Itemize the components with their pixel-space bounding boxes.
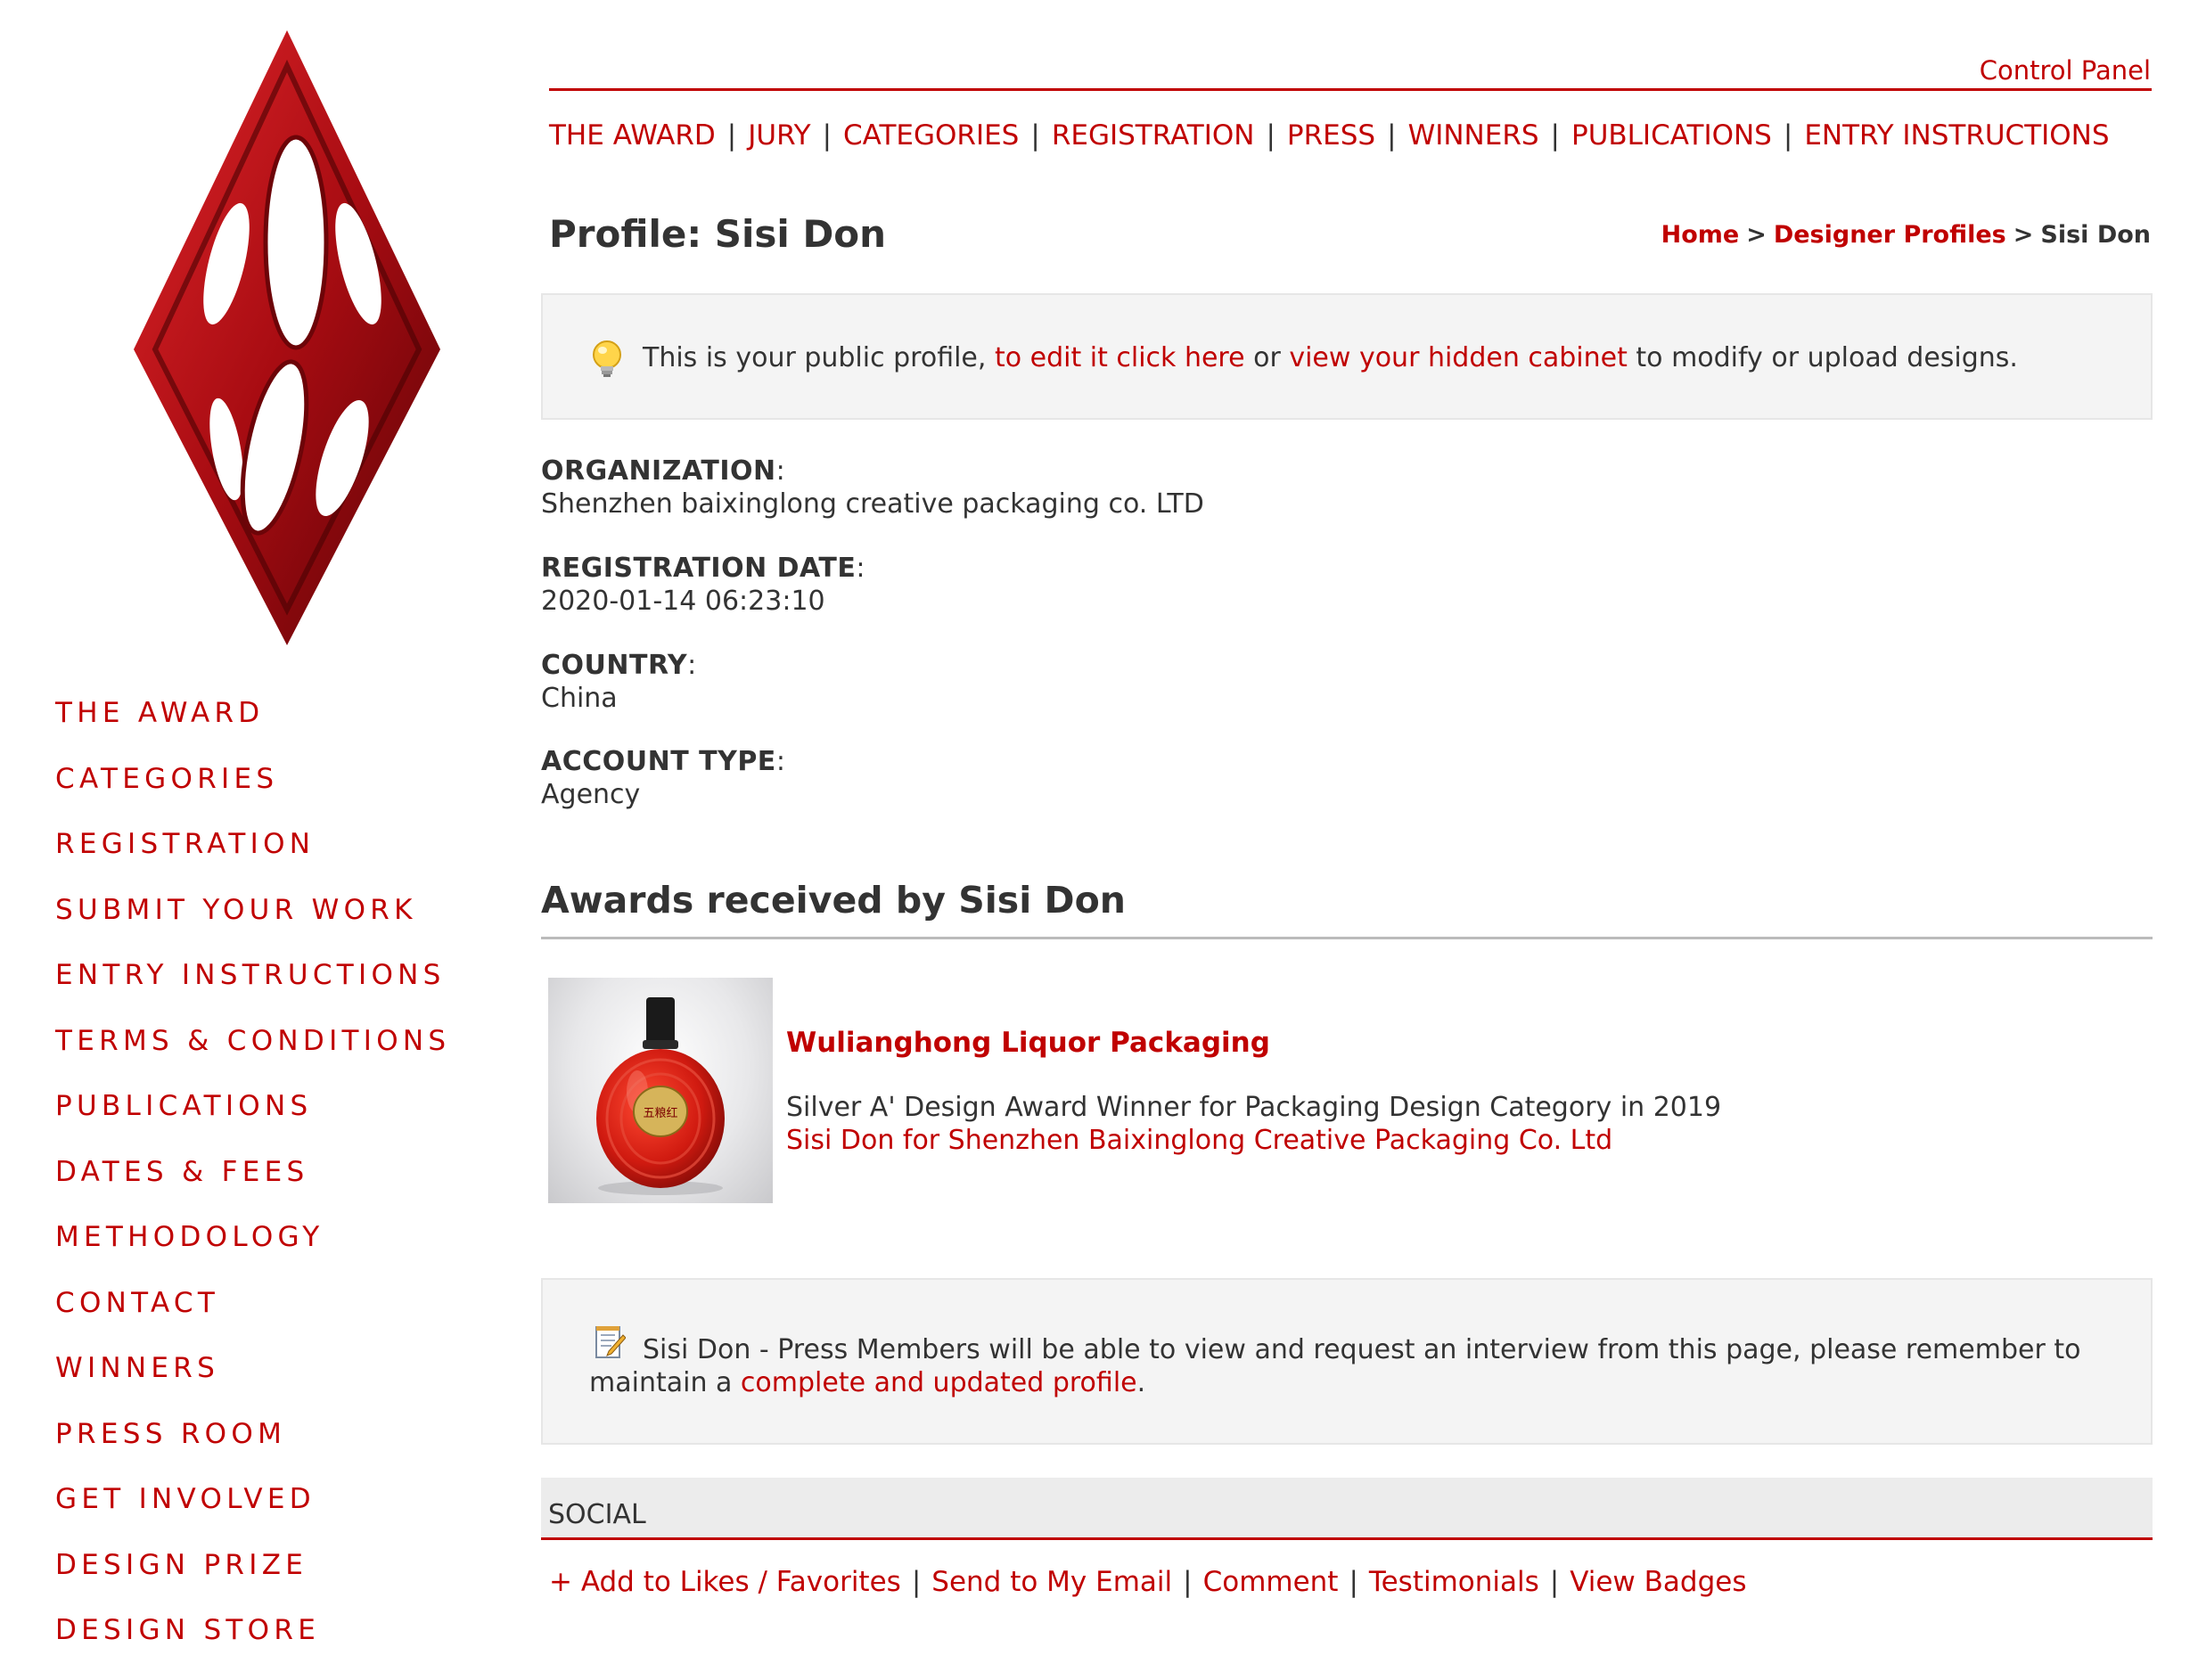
sidebar-item-winners[interactable]: WINNERS — [55, 1352, 450, 1418]
nav-categories[interactable]: CATEGORIES — [843, 119, 1019, 152]
sidebar-item-get-involved[interactable]: GET INVOLVED — [55, 1483, 450, 1549]
hidden-cabinet-link[interactable]: view your hidden cabinet — [1289, 342, 1628, 373]
field-organization: ORGANIZATION: Shenzhen baixinglong creat… — [541, 455, 1204, 520]
country-value: China — [541, 683, 618, 714]
sidebar-item-dates-fees[interactable]: DATES & FEES — [55, 1156, 450, 1222]
social-links: + Add to Likes / Favorites | Send to My Em… — [549, 1566, 1746, 1598]
sidebar-nav: THE AWARD CATEGORIES REGISTRATION SUBMIT… — [55, 697, 450, 1680]
notice-text: This is your public profile, to edit it … — [643, 342, 2018, 373]
registration-date-label: REGISTRATION DATE — [541, 553, 857, 584]
sidebar-item-press-room[interactable]: PRESS ROOM — [55, 1418, 450, 1484]
sidebar-item-entry-instructions[interactable]: ENTRY INSTRUCTIONS — [55, 959, 450, 1025]
breadcrumb-current: Sisi Don — [2040, 221, 2151, 249]
lightbulb-icon — [593, 340, 621, 377]
press-text: Sisi Don - Press Members will be able to… — [589, 1333, 2122, 1399]
breadcrumb-separator: > — [1746, 221, 1767, 249]
notice-text-2: or — [1244, 342, 1290, 373]
sidebar-item-terms-conditions[interactable]: TERMS & CONDITIONS — [55, 1025, 450, 1091]
top-divider — [549, 88, 2152, 91]
award-description: Silver A' Design Award Winner for Packag… — [786, 1091, 1721, 1157]
sidebar-item-publications[interactable]: PUBLICATIONS — [55, 1090, 450, 1156]
nav-separator: | — [822, 119, 832, 152]
comment-link[interactable]: Comment — [1203, 1566, 1339, 1598]
field-country: COUNTRY: China — [541, 649, 696, 715]
breadcrumb-home[interactable]: Home — [1661, 221, 1740, 249]
sidebar-item-design-store[interactable]: DESIGN STORE — [55, 1614, 450, 1680]
field-registration-date: REGISTRATION DATE: 2020-01-14 06:23:10 — [541, 552, 865, 618]
colon: : — [775, 455, 785, 487]
social-separator: | — [911, 1566, 922, 1598]
registration-date-value: 2020-01-14 06:23:10 — [541, 586, 825, 617]
nav-separator: | — [1266, 119, 1275, 152]
sidebar-item-submit-your-work[interactable]: SUBMIT YOUR WORK — [55, 894, 450, 960]
sidebar-item-the-award[interactable]: THE AWARD — [55, 697, 450, 763]
liquor-bottle-image: 五粮红 — [596, 997, 725, 1195]
send-to-email-link[interactable]: Send to My Email — [931, 1566, 1172, 1598]
nav-separator: | — [1387, 119, 1397, 152]
organization-value: Shenzhen baixinglong creative packaging … — [541, 488, 1204, 520]
control-panel-link[interactable]: Control Panel — [1980, 55, 2151, 86]
account-type-value: Agency — [541, 779, 641, 810]
notice-text-3: to modify or upload designs. — [1627, 342, 2018, 373]
press-text-end: . — [1136, 1367, 1146, 1398]
page-title: Profile: Sisi Don — [549, 212, 887, 256]
awards-divider — [541, 937, 2153, 939]
country-label: COUNTRY — [541, 650, 688, 681]
nav-separator: | — [1030, 119, 1040, 152]
edit-profile-link[interactable]: to edit it click here — [995, 342, 1245, 373]
social-separator: | — [1549, 1566, 1560, 1598]
colon: : — [856, 553, 865, 584]
a-design-award-logo[interactable] — [134, 30, 440, 645]
nav-entry-instructions[interactable]: ENTRY INSTRUCTIONS — [1804, 119, 2109, 152]
award-title-link[interactable]: Wulianghong Liquor Packaging — [786, 1027, 1270, 1059]
account-type-label: ACCOUNT TYPE — [541, 746, 776, 777]
field-account-type: ACCOUNT TYPE: Agency — [541, 745, 785, 811]
nav-jury[interactable]: JURY — [748, 119, 810, 152]
social-separator: | — [1183, 1566, 1193, 1598]
sidebar-item-registration[interactable]: REGISTRATION — [55, 828, 450, 894]
complete-profile-link[interactable]: complete and updated profile — [741, 1367, 1137, 1398]
breadcrumb-separator: > — [2013, 221, 2034, 249]
organization-label: ORGANIZATION — [541, 455, 776, 487]
nav-press[interactable]: PRESS — [1287, 119, 1375, 152]
award-designer-link[interactable]: Sisi Don for Shenzhen Baixinglong Creati… — [786, 1124, 1721, 1157]
social-separator: | — [1349, 1566, 1358, 1598]
breadcrumb-designer-profiles[interactable]: Designer Profiles — [1774, 221, 2006, 249]
bottle-label-text: 五粮红 — [643, 1106, 677, 1120]
nav-registration[interactable]: REGISTRATION — [1052, 119, 1255, 152]
colon: : — [687, 650, 697, 681]
awards-heading: Awards received by Sisi Don — [541, 879, 1126, 922]
social-heading: SOCIAL — [548, 1499, 646, 1530]
sidebar-item-design-prize[interactable]: DESIGN PRIZE — [55, 1549, 450, 1615]
sidebar-item-methodology[interactable]: METHODOLOGY — [55, 1221, 450, 1287]
social-section-header: SOCIAL — [541, 1478, 2153, 1540]
add-to-favorites-link[interactable]: + Add to Likes / Favorites — [549, 1566, 901, 1598]
nav-winners[interactable]: WINNERS — [1408, 119, 1539, 152]
nav-separator: | — [726, 119, 737, 152]
testimonials-link[interactable]: Testimonials — [1369, 1566, 1539, 1598]
award-description-text: Silver A' Design Award Winner for Packag… — [786, 1092, 1722, 1123]
nav-separator: | — [1550, 119, 1560, 152]
nav-publications[interactable]: PUBLICATIONS — [1571, 119, 1772, 152]
breadcrumb: Home > Designer Profiles > Sisi Don — [1661, 221, 2151, 249]
nav-separator: | — [1783, 119, 1793, 152]
sidebar-item-contact[interactable]: CONTACT — [55, 1287, 450, 1353]
award-image[interactable]: 五粮红 — [548, 978, 773, 1203]
nav-the-award[interactable]: THE AWARD — [549, 119, 716, 152]
main-nav: THE AWARD | JURY | CATEGORIES | REGISTRATION | P… — [549, 119, 2110, 152]
notice-text-1: This is your public profile, — [643, 342, 995, 373]
press-notice: Sisi Don - Press Members will be able to… — [541, 1278, 2153, 1445]
public-profile-notice: This is your public profile, to edit it … — [541, 293, 2153, 420]
colon: : — [775, 746, 785, 777]
view-badges-link[interactable]: View Badges — [1570, 1566, 1746, 1598]
sidebar-item-categories[interactable]: CATEGORIES — [55, 763, 450, 829]
